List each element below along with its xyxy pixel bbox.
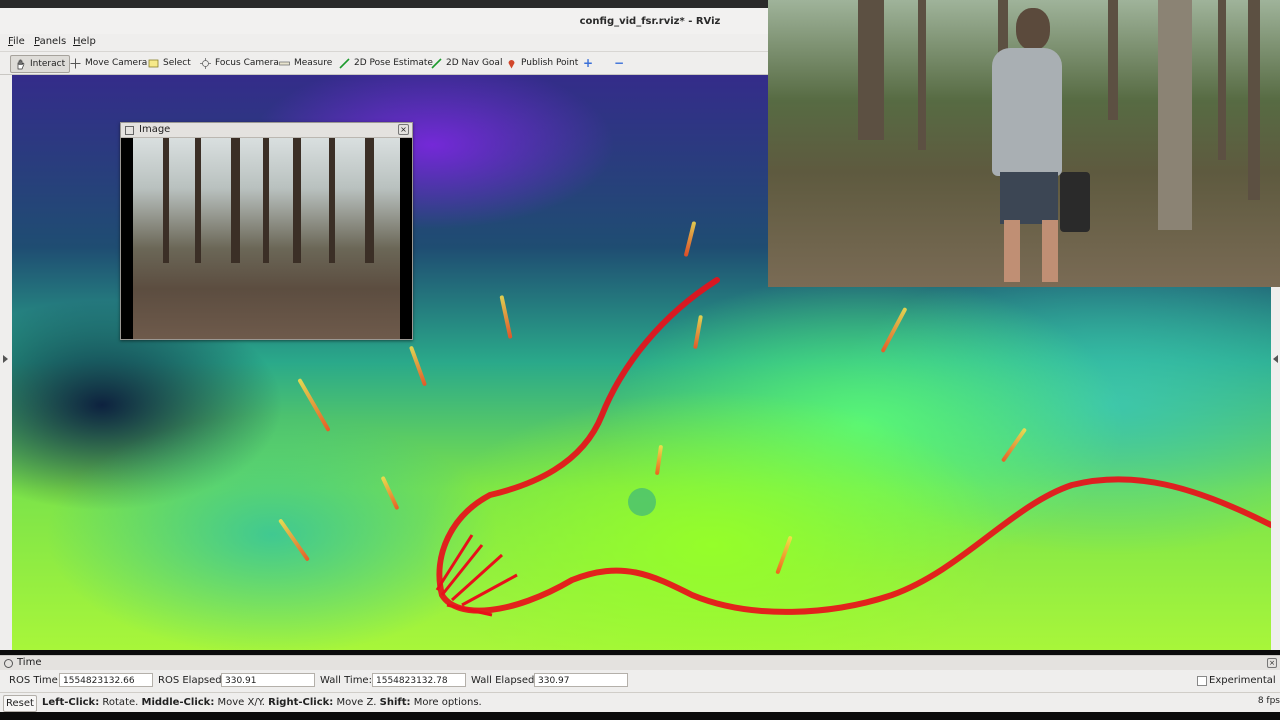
status-bar: Reset Left-Click: Rotate. Middle-Click: … [0,692,1280,713]
interact-tool-button[interactable]: Interact [10,55,71,73]
ros-time-field[interactable]: 1554823132.66 [59,673,153,687]
close-icon[interactable]: × [398,124,409,135]
wall-elapsed-field[interactable]: 330.97 [534,673,628,687]
expand-left-icon[interactable] [3,355,8,363]
move-camera-tool-button[interactable]: Move Camera [70,55,147,71]
publish-point-tool-button[interactable]: Publish Point [506,55,578,71]
image-display-panel[interactable]: Image × [120,122,413,340]
image-panel-header[interactable]: Image × [121,123,412,138]
person-figure [1016,8,1050,50]
clock-icon [4,659,13,668]
video-camera-inset [768,0,1280,287]
camera-image-frame [121,138,412,339]
minus-icon: − [614,56,625,70]
wall-time-field[interactable]: 1554823132.78 [372,673,466,687]
focal-point-marker [628,488,656,516]
add-tool-button[interactable]: + [583,55,593,71]
ros-elapsed-label: ROS Elapsed: [158,675,225,686]
pose-estimate-label: 2D Pose Estimate [354,58,433,68]
select-icon [148,58,159,69]
robot-trajectory-path [436,277,1271,615]
pose-estimate-tool-button[interactable]: 2D Pose Estimate [339,55,433,71]
plus-icon: + [583,56,594,70]
menu-panels[interactable]: Panels [34,36,66,47]
select-tool-button[interactable]: Select [148,55,191,71]
nav-goal-label: 2D Nav Goal [446,58,503,68]
focus-camera-label: Focus Camera [215,58,279,68]
move-camera-icon [70,58,81,69]
time-panel-header[interactable]: Time × [0,655,1280,670]
nav-goal-tool-button[interactable]: 2D Nav Goal [431,55,502,71]
camera-image [133,138,400,339]
select-label: Select [163,58,191,68]
map-pin-icon [506,58,517,69]
menu-help[interactable]: Help [73,36,96,47]
publish-point-label: Publish Point [521,58,579,68]
reset-button[interactable]: Reset [3,695,37,712]
panel-float-icon [125,126,134,135]
focus-camera-icon [200,57,211,69]
measure-label: Measure [294,58,333,68]
close-icon[interactable]: × [1267,658,1277,668]
wall-time-label: Wall Time: [320,675,372,686]
wall-elapsed-label: Wall Elapsed: [471,675,538,686]
focus-camera-tool-button[interactable]: Focus Camera [200,55,279,71]
ruler-icon [279,58,290,69]
fps-readout: 8 fps [1257,696,1280,706]
screen-bottom-border [0,712,1280,720]
menu-file[interactable]: File [8,36,25,47]
measure-tool-button[interactable]: Measure [279,55,332,71]
ros-elapsed-field[interactable]: 330.91 [221,673,315,687]
hand-icon [15,59,26,70]
window-title: config_vid_fsr.rviz* - RViz [579,16,721,27]
interact-label: Interact [30,59,66,69]
experimental-checkbox[interactable] [1197,676,1207,686]
time-panel: ROS Time: 1554823132.66 ROS Elapsed: 330… [0,670,1280,692]
expand-right-icon[interactable] [1273,355,1278,363]
ros-time-label: ROS Time: [9,675,62,686]
image-panel-title: Image [139,124,171,135]
remove-tool-button[interactable]: − [614,55,624,71]
experimental-label: Experimental [1209,675,1276,686]
green-arrow-icon [339,57,350,69]
green-arrow-icon [431,57,442,69]
time-panel-title: Time [17,657,42,668]
move-camera-label: Move Camera [85,58,148,68]
mouse-hint-text: Left-Click: Rotate. Middle-Click: Move X… [42,697,482,708]
